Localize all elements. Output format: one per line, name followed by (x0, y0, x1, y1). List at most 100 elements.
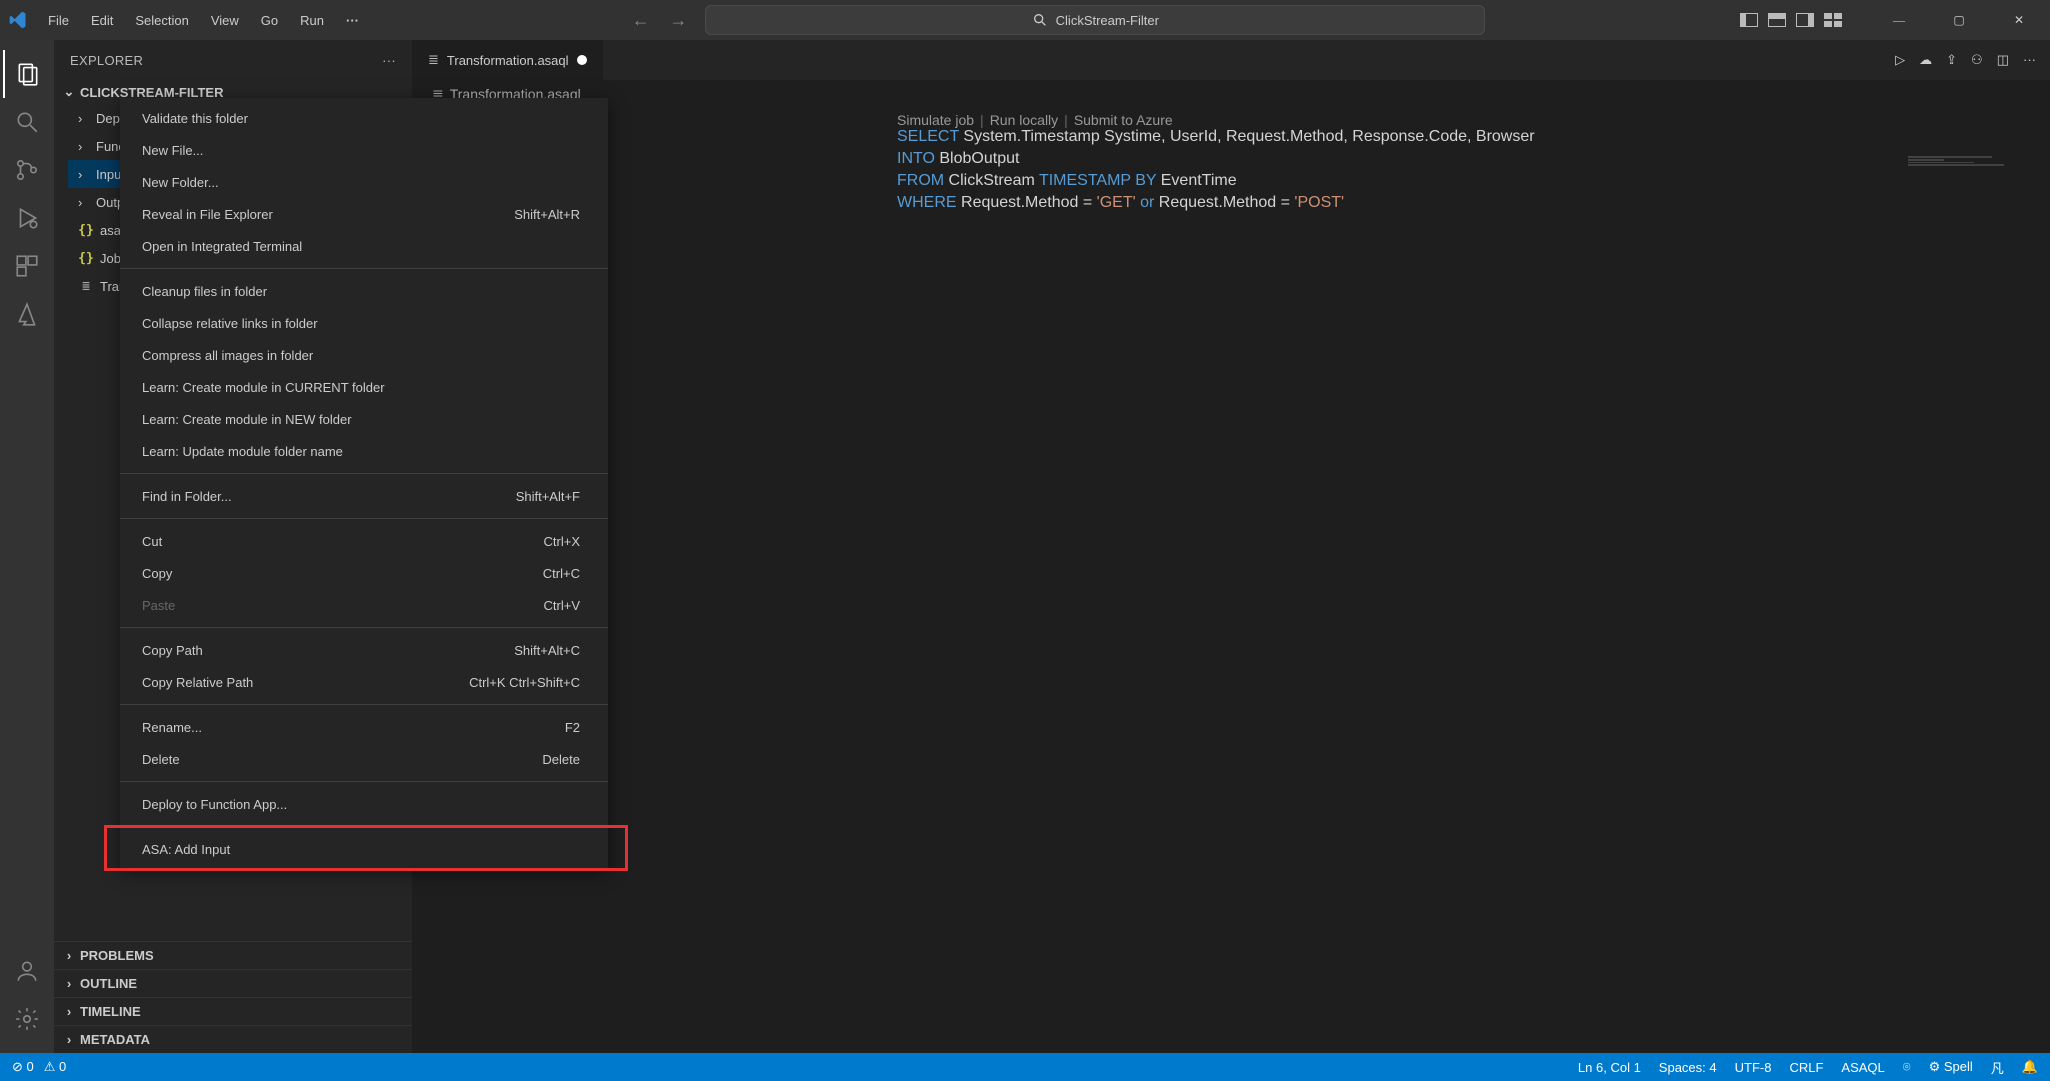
context-menu-item[interactable]: Rename...F2 (120, 711, 608, 743)
activity-azure-icon[interactable] (3, 290, 51, 338)
menu-overflow[interactable]: ··· (336, 8, 369, 33)
tab-bar: ≣ Transformation.asaql ▷ ☁ ⇪ ⚇ ◫ ··· (412, 40, 2050, 80)
context-menu-item[interactable]: Learn: Update module folder name (120, 435, 608, 467)
menu-view[interactable]: View (201, 8, 249, 33)
tab-transformation[interactable]: ≣ Transformation.asaql (412, 40, 604, 80)
context-menu: Validate this folderNew File...New Folde… (120, 98, 608, 869)
context-menu-separator (120, 473, 608, 474)
context-menu-item[interactable]: CutCtrl+X (120, 525, 608, 557)
file-icon: ≣ (428, 52, 439, 68)
customize-layout-icon[interactable] (1824, 13, 1842, 27)
editor-actions: ▷ ☁ ⇪ ⚇ ◫ ··· (1895, 52, 2050, 68)
context-menu-item[interactable]: CopyCtrl+C (120, 557, 608, 589)
more-actions-icon[interactable]: ··· (2023, 52, 2036, 68)
explorer-header: EXPLORER ··· (54, 40, 412, 80)
context-menu-item[interactable]: New Folder... (120, 166, 608, 198)
activity-settings-icon[interactable] (3, 995, 51, 1043)
context-menu-separator (120, 826, 608, 827)
context-menu-separator (120, 518, 608, 519)
context-menu-item[interactable]: Collapse relative links in folder (120, 307, 608, 339)
vscode-logo-icon (8, 10, 28, 30)
context-menu-item: PasteCtrl+V (120, 589, 608, 621)
toggle-panel-icon[interactable] (1768, 13, 1786, 27)
context-menu-item[interactable]: Cleanup files in folder (120, 275, 608, 307)
command-center[interactable]: ClickStream-Filter (705, 5, 1485, 35)
activity-search-icon[interactable] (3, 98, 51, 146)
context-menu-item[interactable]: Deploy to Function App... (120, 788, 608, 820)
explorer-title: EXPLORER (70, 53, 143, 68)
activity-run-debug-icon[interactable] (3, 194, 51, 242)
person-icon[interactable]: ⚇ (1971, 52, 1983, 68)
cloud-upload-icon[interactable]: ☁ (1919, 52, 1932, 68)
toggle-secondary-sidebar-icon[interactable] (1796, 13, 1814, 27)
status-copilot-icon[interactable]: ⌾ (1903, 1059, 1911, 1075)
window-minimize-icon[interactable]: — (1876, 4, 1922, 36)
context-menu-item[interactable]: Find in Folder...Shift+Alt+F (120, 480, 608, 512)
context-menu-separator (120, 268, 608, 269)
minimap[interactable] (1908, 156, 2028, 166)
context-menu-separator (120, 704, 608, 705)
share-icon[interactable]: ⇪ (1946, 52, 1957, 68)
context-menu-item[interactable]: Learn: Create module in CURRENT folder (120, 371, 608, 403)
status-warnings[interactable]: ⚠ 0 (44, 1059, 67, 1075)
context-menu-item[interactable]: Open in Integrated Terminal (120, 230, 608, 262)
activity-extensions-icon[interactable] (3, 242, 51, 290)
status-eol[interactable]: CRLF (1789, 1060, 1823, 1075)
status-bell-icon[interactable]: 🔔 (2022, 1059, 2038, 1075)
activity-source-control-icon[interactable] (3, 146, 51, 194)
nav-forward-icon[interactable]: → (661, 6, 695, 34)
menu-go[interactable]: Go (251, 8, 288, 33)
context-menu-item[interactable]: Learn: Create module in NEW folder (120, 403, 608, 435)
search-icon (1032, 12, 1048, 28)
json-file-icon: {} (78, 223, 94, 238)
context-menu-item[interactable]: DeleteDelete (120, 743, 608, 775)
status-errors[interactable]: ⊘ 0 (12, 1059, 34, 1075)
window-close-icon[interactable]: ✕ (1996, 4, 2042, 36)
run-icon[interactable]: ▷ (1895, 52, 1905, 68)
context-menu-item[interactable]: Compress all images in folder (120, 339, 608, 371)
menu-bar: File Edit Selection View Go Run ··· (38, 8, 369, 33)
menu-file[interactable]: File (38, 8, 79, 33)
status-feedback-icon[interactable]: 凡 (1991, 1058, 2004, 1077)
context-menu-item[interactable]: Validate this folder (120, 102, 608, 134)
status-encoding[interactable]: UTF-8 (1735, 1060, 1772, 1075)
menu-selection[interactable]: Selection (125, 8, 198, 33)
file-icon: ≣ (78, 279, 94, 294)
context-menu-item[interactable]: Copy Relative PathCtrl+K Ctrl+Shift+C (120, 666, 608, 698)
explorer-more-icon[interactable]: ··· (382, 53, 396, 68)
code-editor[interactable]: SELECT System.Timestamp Systime, UserId,… (412, 108, 2050, 214)
context-menu-separator (120, 627, 608, 628)
status-spaces[interactable]: Spaces: 4 (1659, 1060, 1717, 1075)
context-menu-separator (120, 781, 608, 782)
status-cursor[interactable]: Ln 6, Col 1 (1578, 1060, 1641, 1075)
editor-area: ≣ Transformation.asaql ▷ ☁ ⇪ ⚇ ◫ ··· ≣ T… (412, 40, 2050, 1053)
context-menu-item[interactable]: New File... (120, 134, 608, 166)
nav-back-icon[interactable]: ← (624, 6, 658, 34)
split-editor-icon[interactable]: ◫ (1997, 52, 2009, 68)
sidebar-collapsed-sections: ›PROBLEMS ›OUTLINE ›TIMELINE ›METADATA (54, 941, 412, 1053)
section-metadata[interactable]: ›METADATA (54, 1025, 412, 1053)
activity-accounts-icon[interactable] (3, 947, 51, 995)
json-file-icon: {} (78, 251, 94, 266)
breadcrumb[interactable]: ≣ Transformation.asaql (412, 80, 2050, 108)
section-timeline[interactable]: ›TIMELINE (54, 997, 412, 1025)
activity-explorer-icon[interactable] (3, 50, 51, 98)
menu-edit[interactable]: Edit (81, 8, 123, 33)
status-spell[interactable]: ⚙ Spell (1929, 1059, 1973, 1075)
toggle-primary-sidebar-icon[interactable] (1740, 13, 1758, 27)
title-bar: File Edit Selection View Go Run ··· ← → … (0, 0, 2050, 40)
context-menu-item[interactable]: ASA: Add Input (120, 833, 608, 865)
context-menu-item[interactable]: Copy PathShift+Alt+C (120, 634, 608, 666)
section-problems[interactable]: ›PROBLEMS (54, 941, 412, 969)
section-outline[interactable]: ›OUTLINE (54, 969, 412, 997)
window-maximize-icon[interactable]: ▢ (1936, 4, 1982, 36)
context-menu-item[interactable]: Reveal in File ExplorerShift+Alt+R (120, 198, 608, 230)
status-language[interactable]: ASAQL (1841, 1060, 1884, 1075)
menu-run[interactable]: Run (290, 8, 334, 33)
dirty-indicator-icon (577, 55, 587, 65)
chevron-down-icon: ⌄ (62, 84, 76, 100)
status-bar: ⊘ 0 ⚠ 0 Ln 6, Col 1 Spaces: 4 UTF-8 CRLF… (0, 1053, 2050, 1081)
activity-bar (0, 40, 54, 1053)
layout-controls (1740, 13, 1842, 27)
nav-arrows: ← → (624, 10, 696, 31)
